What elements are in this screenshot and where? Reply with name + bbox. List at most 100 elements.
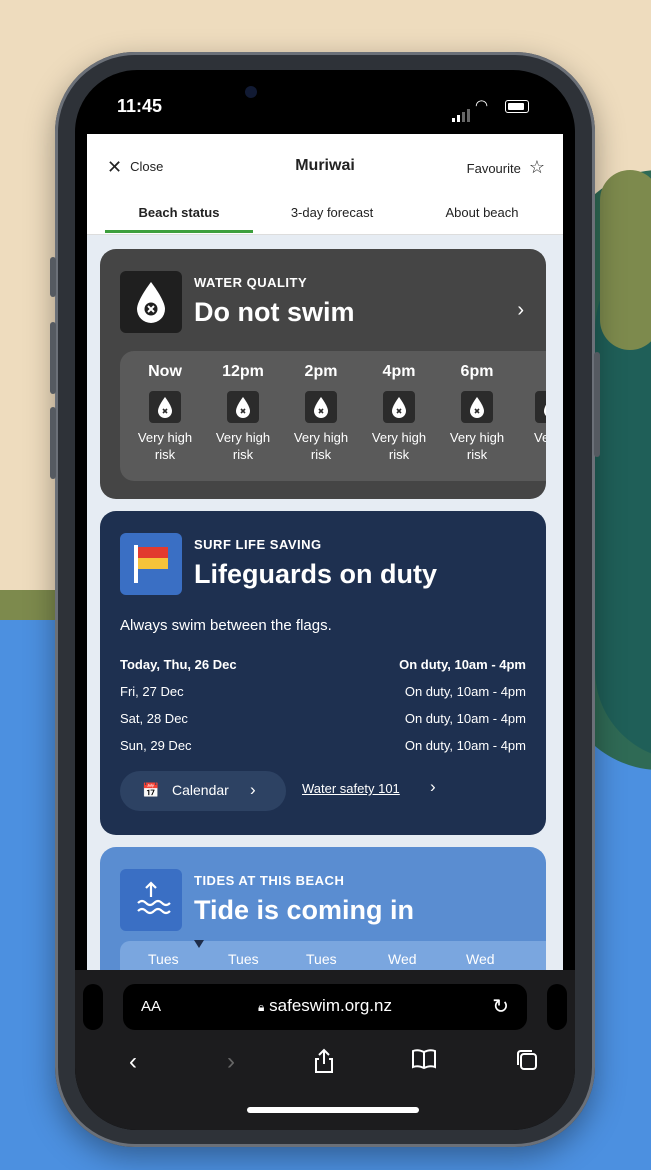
lifeguard-schedule: Today, Thu, 26 Dec On duty, 10am - 4pm F… [120, 657, 526, 765]
water-drop-x-icon [461, 391, 493, 423]
tab-beach-status[interactable]: Beach status [105, 205, 253, 220]
schedule-row: Fri, 27 Dec On duty, 10am - 4pm [120, 684, 526, 711]
tides-headline: Tide is coming in [194, 895, 415, 925]
water-quality-headline: Do not swim [194, 297, 355, 327]
tide-day-label: Wed [388, 951, 417, 967]
hour-item: 4pm Very high risk [360, 363, 438, 463]
tab-bar: Beach status 3-day forecast About beach [87, 200, 563, 234]
status-bar: 11:45 ◠ [75, 70, 575, 132]
signal-icon [452, 104, 472, 122]
risk-label: Very high risk [449, 430, 505, 462]
current-time-marker [194, 940, 204, 948]
url-text: safeswim.org.nz [269, 996, 392, 1015]
lifeguard-flag-icon [120, 533, 182, 595]
hour-item: 2pm Very high risk [282, 363, 360, 463]
lock-icon: 🔒︎ [258, 1000, 265, 1014]
water-drop-x-icon [120, 271, 182, 333]
water-drop-x-icon [227, 391, 259, 423]
chevron-right-icon: › [430, 777, 436, 796]
tide-day-label: Tues [148, 951, 179, 967]
app-header: ✕ Close Muriwai Favourite ☆ Beach status 3… [87, 134, 563, 235]
hour-label: 4pm [382, 363, 416, 380]
schedule-status: On duty, 10am - 4pm [404, 738, 526, 753]
hour-label: Now [148, 363, 182, 380]
address-bar[interactable]: AA 🔒︎ safeswim.org.nz ↻ [123, 984, 527, 1030]
tides-card[interactable]: TIDES AT THIS BEACH Tide is coming in Tu… [100, 847, 546, 970]
schedule-status: On duty, 10am - 4pm [404, 711, 526, 726]
calendar-button[interactable]: 📅 Calendar › [120, 771, 286, 811]
status-time: 11:45 [117, 96, 163, 116]
risk-label: Very r [534, 430, 546, 445]
risk-label: Very high risk [293, 430, 349, 462]
hour-label: 8 [512, 363, 546, 381]
forward-icon[interactable]: › [227, 1048, 235, 1076]
back-icon[interactable]: ‹ [129, 1048, 137, 1076]
hour-item: Now Very high risk [126, 363, 204, 463]
front-camera [245, 86, 257, 98]
mute-switch [50, 257, 56, 297]
share-icon[interactable] [313, 1048, 335, 1081]
water-drop-x-icon [383, 391, 415, 423]
reload-icon[interactable]: ↻ [492, 994, 509, 1019]
beach-status-content[interactable]: WATER QUALITY Do not swim › Now Very hig… [87, 235, 563, 970]
water-quality-kicker: WATER QUALITY [194, 275, 308, 290]
risk-label: Very high risk [215, 430, 271, 462]
favourite-button[interactable]: Favourite ☆ [467, 157, 545, 178]
water-safety-link[interactable]: Water safety 101 [302, 781, 400, 796]
schedule-status: On duty, 10am - 4pm [399, 657, 526, 672]
tide-day-label: Tues [306, 951, 337, 967]
tab-3-day-forecast[interactable]: 3-day forecast [257, 205, 407, 220]
tab-about-beach[interactable]: About beach [407, 205, 557, 220]
phone-screen: 11:45 ◠ ✕ Close Muriwai Favourite ☆ Beach … [75, 70, 575, 1130]
schedule-row: Sun, 29 Dec On duty, 10am - 4pm [120, 738, 526, 765]
schedule-day: Today, Thu, 26 Dec [120, 657, 237, 672]
hour-label: 2pm [304, 363, 338, 380]
hour-item: 6pm Very high risk [438, 363, 516, 463]
risk-label: Very high risk [137, 430, 193, 462]
water-drop-x-icon [149, 391, 181, 423]
volume-up-button [50, 322, 56, 394]
favourite-label: Favourite [466, 161, 521, 176]
risk-label: Very high risk [371, 430, 427, 462]
tabs-icon[interactable] [515, 1048, 539, 1079]
schedule-day: Fri, 27 Dec [120, 684, 184, 699]
hour-item: 12pm Very high risk [204, 363, 282, 463]
chevron-right-icon: › [517, 299, 524, 321]
hour-label: 6pm [460, 363, 494, 380]
schedule-day: Sun, 29 Dec [120, 738, 192, 753]
tide-rising-icon [120, 869, 182, 931]
active-tab-indicator [105, 230, 253, 233]
tide-day-strip[interactable]: Tues Tues Tues Wed Wed [120, 941, 546, 970]
phone-frame: 11:45 ◠ ✕ Close Muriwai Favourite ☆ Beach … [50, 52, 600, 1147]
surf-life-saving-kicker: SURF LIFE SAVING [194, 537, 322, 552]
next-tab-peek[interactable] [547, 984, 567, 1030]
wifi-icon: ◠ [475, 97, 489, 114]
volume-down-button [50, 407, 56, 479]
tide-day-label: Wed [466, 951, 495, 967]
power-button [594, 352, 600, 457]
schedule-row: Sat, 28 Dec On duty, 10am - 4pm [120, 711, 526, 738]
chevron-right-icon: › [250, 780, 256, 799]
calendar-label: Calendar [172, 782, 229, 798]
hour-label: 12pm [222, 363, 264, 380]
battery-icon [505, 100, 529, 113]
background-olive-arch [600, 170, 651, 350]
water-drop-x-icon [535, 391, 546, 423]
hour-item-partial: 8 Very r [512, 363, 546, 446]
home-indicator[interactable] [247, 1107, 419, 1113]
schedule-day: Sat, 28 Dec [120, 711, 188, 726]
hourly-forecast-strip[interactable]: Now Very high risk 12pm Very high risk 2… [120, 351, 546, 481]
app-view: ✕ Close Muriwai Favourite ☆ Beach status 3… [87, 134, 563, 970]
bookmarks-icon[interactable] [411, 1048, 437, 1077]
previous-tab-peek[interactable] [83, 984, 103, 1030]
browser-toolbar: AA 🔒︎ safeswim.org.nz ↻ ‹ › [75, 970, 575, 1130]
tide-day-label: Tues [228, 951, 259, 967]
calendar-icon: 📅 [142, 782, 160, 798]
surf-life-saving-headline: Lifeguards on duty [194, 559, 437, 589]
star-icon: ☆ [528, 157, 545, 177]
surf-life-saving-subtitle: Always swim between the flags. [120, 617, 332, 634]
water-quality-card[interactable]: WATER QUALITY Do not swim › Now Very hig… [100, 249, 546, 499]
schedule-row: Today, Thu, 26 Dec On duty, 10am - 4pm [120, 657, 526, 684]
surf-life-saving-card: SURF LIFE SAVING Lifeguards on duty Alwa… [100, 511, 546, 835]
water-drop-x-icon [305, 391, 337, 423]
